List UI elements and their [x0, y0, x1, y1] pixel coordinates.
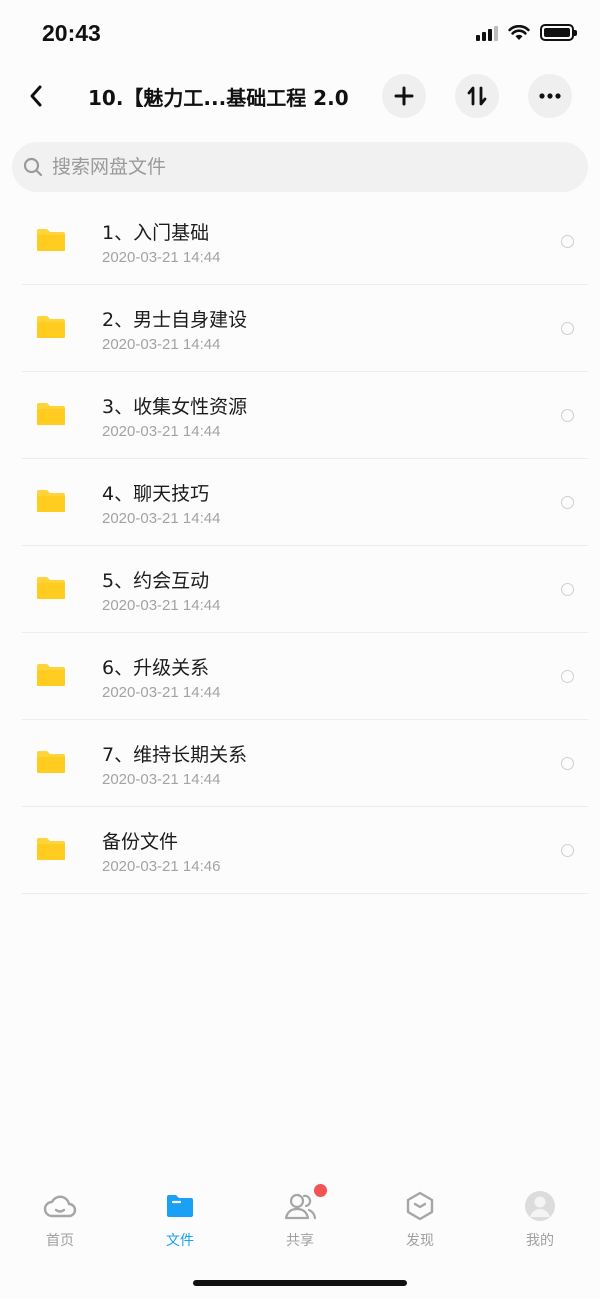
status-icons — [476, 24, 577, 41]
list-item[interactable]: 备份文件 2020-03-21 14:46 — [22, 807, 588, 894]
list-item[interactable]: 7、维持长期关系 2020-03-21 14:44 — [22, 720, 588, 807]
folder-icon — [37, 751, 65, 773]
tab-bar: 首页 文件 共享 发现 我的 — [0, 1180, 600, 1260]
nav-bar: 10.【魅力工...基础工程 2.0 — [0, 70, 600, 122]
list-item[interactable]: 5、约会互动 2020-03-21 14:44 — [22, 546, 588, 633]
folder-icon — [37, 229, 65, 251]
wifi-icon — [508, 24, 530, 40]
folder-icon — [162, 1188, 198, 1224]
folder-icon — [37, 838, 65, 860]
signal-icon — [476, 25, 498, 41]
list-item[interactable]: 2、男士自身建设 2020-03-21 14:44 — [22, 285, 588, 372]
sort-icon — [467, 86, 487, 106]
status-time: 20:43 — [42, 20, 101, 46]
select-checkbox[interactable] — [561, 757, 574, 770]
item-date: 2020-03-21 14:44 — [102, 684, 221, 701]
list-item[interactable]: 4、聊天技巧 2020-03-21 14:44 — [22, 459, 588, 546]
folder-icon — [37, 577, 65, 599]
file-list: 1、入门基础 2020-03-21 14:44 2、男士自身建设 2020-03-21… — [22, 198, 588, 894]
plus-icon — [394, 86, 414, 106]
select-checkbox[interactable] — [561, 322, 574, 335]
notification-badge — [314, 1184, 327, 1197]
more-dots-icon — [539, 93, 561, 99]
item-name: 7、维持长期关系 — [102, 744, 248, 766]
item-date: 2020-03-21 14:44 — [102, 336, 221, 353]
tab-cloud[interactable]: 首页 — [0, 1180, 120, 1260]
chevron-left-icon — [30, 85, 42, 107]
search-bar[interactable] — [12, 142, 588, 192]
add-button[interactable] — [382, 74, 426, 118]
item-name: 4、聊天技巧 — [102, 483, 210, 505]
cloud-icon — [42, 1188, 78, 1224]
tab-discover[interactable]: 发现 — [360, 1180, 480, 1260]
list-item[interactable]: 3、收集女性资源 2020-03-21 14:44 — [22, 372, 588, 459]
item-name: 2、男士自身建设 — [102, 309, 248, 331]
tab-folder[interactable]: 文件 — [120, 1180, 240, 1260]
folder-icon — [37, 403, 65, 425]
item-name: 备份文件 — [102, 831, 179, 853]
item-date: 2020-03-21 14:46 — [102, 858, 221, 875]
folder-icon — [37, 316, 65, 338]
item-name: 5、约会互动 — [102, 570, 210, 592]
select-checkbox[interactable] — [561, 496, 574, 509]
item-date: 2020-03-21 14:44 — [102, 771, 221, 788]
item-date: 2020-03-21 14:44 — [102, 597, 221, 614]
tab-label: 首页 — [46, 1233, 74, 1249]
item-name: 1、入门基础 — [102, 222, 210, 244]
list-item[interactable]: 6、升级关系 2020-03-21 14:44 — [22, 633, 588, 720]
tab-people[interactable]: 共享 — [240, 1180, 360, 1260]
item-name: 3、收集女性资源 — [102, 396, 248, 418]
select-checkbox[interactable] — [561, 409, 574, 422]
battery-icon — [540, 24, 577, 41]
back-button[interactable] — [18, 76, 54, 116]
search-input[interactable] — [52, 156, 552, 178]
folder-icon — [37, 490, 65, 512]
more-button[interactable] — [528, 74, 572, 118]
select-checkbox[interactable] — [561, 583, 574, 596]
item-date: 2020-03-21 14:44 — [102, 249, 221, 266]
tab-avatar[interactable]: 我的 — [480, 1180, 600, 1260]
tab-label: 发现 — [406, 1233, 434, 1249]
home-indicator — [193, 1280, 407, 1286]
item-name: 6、升级关系 — [102, 657, 210, 679]
item-date: 2020-03-21 14:44 — [102, 510, 221, 527]
item-date: 2020-03-21 14:44 — [102, 423, 221, 440]
search-icon — [22, 156, 44, 178]
tab-label: 文件 — [166, 1233, 194, 1249]
tab-label: 我的 — [526, 1233, 554, 1249]
sort-button[interactable] — [455, 74, 499, 118]
avatar-icon — [522, 1188, 558, 1224]
people-icon — [282, 1188, 318, 1224]
discover-icon — [402, 1188, 438, 1224]
status-bar: 20:43 — [0, 0, 600, 70]
folder-icon — [37, 664, 65, 686]
select-checkbox[interactable] — [561, 670, 574, 683]
list-item[interactable]: 1、入门基础 2020-03-21 14:44 — [22, 198, 588, 285]
page-title: 10.【魅力工...基础工程 2.0 — [88, 86, 349, 110]
tab-label: 共享 — [286, 1233, 314, 1249]
select-checkbox[interactable] — [561, 844, 574, 857]
select-checkbox[interactable] — [561, 235, 574, 248]
